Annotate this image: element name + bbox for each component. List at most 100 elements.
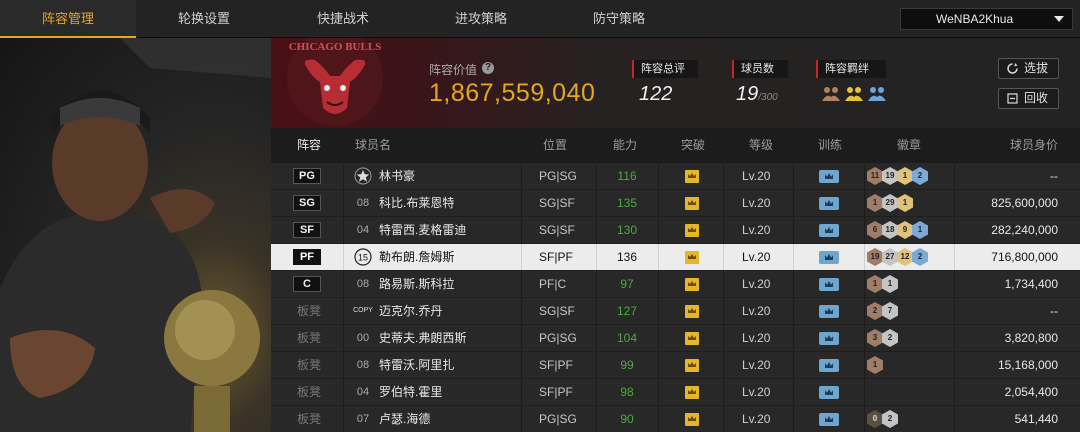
- badge-silver-icon: 2: [882, 410, 898, 428]
- breakthrough-crown-icon[interactable]: [685, 332, 699, 345]
- column-divider: [864, 325, 865, 351]
- tab-offense-strategy[interactable]: 进攻策略: [414, 0, 548, 38]
- table-row[interactable]: 板凳 07 卢瑟.海德 PG|SG 90 Lv.20 0 2 541,440: [271, 406, 1080, 432]
- bond-icon-blue[interactable]: [868, 85, 886, 101]
- tab-lineup-management[interactable]: 阵容管理: [0, 0, 136, 38]
- training-crown-icon[interactable]: [819, 332, 839, 345]
- breakthrough-crown-icon[interactable]: [685, 197, 699, 210]
- player-name[interactable]: 路易斯.斯科拉: [379, 271, 454, 297]
- column-header-training[interactable]: 训练: [818, 128, 842, 163]
- column-divider: [521, 298, 522, 324]
- column-header-badges[interactable]: 徽章: [897, 128, 921, 163]
- column-divider: [723, 352, 724, 378]
- tab-rotation-settings[interactable]: 轮换设置: [136, 0, 272, 38]
- column-header-name[interactable]: 球员名: [355, 128, 391, 163]
- training-crown-icon[interactable]: [819, 224, 839, 237]
- player-name[interactable]: 林书豪: [379, 163, 415, 189]
- bond-icon-bronze[interactable]: [822, 85, 840, 101]
- breakthrough-crown-icon[interactable]: [685, 170, 699, 183]
- breakthrough-crown-icon[interactable]: [685, 251, 699, 264]
- column-divider: [658, 271, 659, 297]
- column-divider: [723, 163, 724, 189]
- player-value: 716,800,000: [991, 250, 1058, 264]
- column-divider: [793, 406, 794, 432]
- jersey-number: 08: [356, 197, 370, 209]
- tab-defense-strategy[interactable]: 防守策略: [548, 0, 690, 38]
- training-crown-icon[interactable]: [819, 413, 839, 426]
- column-divider: [864, 352, 865, 378]
- column-divider: [343, 298, 344, 324]
- player-value: 282,240,000: [991, 223, 1058, 237]
- player-ability: 130: [616, 223, 638, 237]
- breakthrough-crown-icon[interactable]: [685, 305, 699, 318]
- badge-gold-icon: 12: [897, 248, 913, 266]
- table-row[interactable]: 板凳 04 罗伯特.霍里 SF|PF 98 Lv.20 2,054,400: [271, 379, 1080, 406]
- player-name[interactable]: 特雷西.麦格雷迪: [379, 217, 466, 243]
- player-level: Lv.20: [742, 385, 771, 399]
- column-divider: [864, 163, 865, 189]
- select-button[interactable]: 选拔: [998, 58, 1059, 79]
- table-row[interactable]: SF 04 特雷西.麦格雷迪 SG|SF 130 Lv.20 6 18 9 1 282,240,00…: [271, 217, 1080, 244]
- player-position: SF|PF: [539, 250, 573, 264]
- player-level: Lv.20: [742, 223, 771, 237]
- player-name[interactable]: 卢瑟.海德: [379, 406, 430, 432]
- column-divider: [723, 325, 724, 351]
- column-divider: [864, 190, 865, 216]
- slot-badge: SF: [293, 222, 321, 238]
- player-level: Lv.20: [742, 331, 771, 345]
- column-divider: [864, 271, 865, 297]
- training-crown-icon[interactable]: [819, 197, 839, 210]
- table-row[interactable]: 板凳 08 特雷沃.阿里扎 SF|PF 99 Lv.20 1 15,168,000: [271, 352, 1080, 379]
- help-icon[interactable]: ?: [482, 62, 494, 74]
- player-value: --: [1050, 304, 1058, 318]
- account-dropdown[interactable]: WeNBA2Khua: [900, 8, 1073, 30]
- table-row[interactable]: PG 林书豪 PG|SG 116 Lv.20 11 19 1 2 --: [271, 163, 1080, 190]
- column-header-value[interactable]: 球员身价: [1010, 128, 1058, 163]
- table-row[interactable]: C 08 路易斯.斯科拉 PF|C 97 Lv.20 1 1 1,734,400: [271, 271, 1080, 298]
- recycle-button-label: 回收: [1024, 91, 1049, 105]
- column-header-ability[interactable]: 能力: [613, 128, 637, 163]
- player-position: SG|SF: [539, 196, 575, 210]
- training-crown-icon[interactable]: [819, 170, 839, 183]
- player-name[interactable]: 科比.布莱恩特: [379, 190, 454, 216]
- breakthrough-crown-icon[interactable]: [685, 413, 699, 426]
- training-crown-icon[interactable]: [819, 278, 839, 291]
- player-name[interactable]: 迈克尔.乔丹: [379, 298, 442, 324]
- breakthrough-crown-icon[interactable]: [685, 278, 699, 291]
- badge-blue-icon: 2: [912, 167, 928, 185]
- training-crown-icon[interactable]: [819, 251, 839, 264]
- breakthrough-crown-icon[interactable]: [685, 359, 699, 372]
- table-row[interactable]: 板凳 COPY 迈克尔.乔丹 SG|SF 127 Lv.20 2 7 --: [271, 298, 1080, 325]
- column-divider: [658, 163, 659, 189]
- featured-player-photo: [0, 38, 271, 432]
- breakthrough-crown-icon[interactable]: [685, 386, 699, 399]
- column-divider: [596, 352, 597, 378]
- table-row[interactable]: SG 08 科比.布莱恩特 SG|SF 135 Lv.20 1 29 1 825,600,000: [271, 190, 1080, 217]
- player-name[interactable]: 特雷沃.阿里扎: [379, 352, 454, 378]
- column-divider: [596, 325, 597, 351]
- training-crown-icon[interactable]: [819, 386, 839, 399]
- column-header-breakthrough[interactable]: 突破: [681, 128, 705, 163]
- column-header-level[interactable]: 等级: [749, 128, 773, 163]
- column-divider: [723, 271, 724, 297]
- column-header-position[interactable]: 位置: [543, 128, 567, 163]
- badge-silver-icon: 29: [882, 194, 898, 212]
- training-crown-icon[interactable]: [819, 305, 839, 318]
- badge-blue-icon: 1: [912, 221, 928, 239]
- table-row[interactable]: 板凳 00 史蒂夫.弗朗西斯 PG|SG 104 Lv.20 3 2 3,820,800: [271, 325, 1080, 352]
- column-divider: [343, 163, 344, 189]
- player-name[interactable]: 勒布朗.詹姆斯: [379, 244, 454, 270]
- player-name[interactable]: 罗伯特.霍里: [379, 379, 442, 405]
- bond-icon-gold[interactable]: [845, 85, 863, 101]
- jersey-number-badge: 15: [354, 248, 372, 266]
- breakthrough-crown-icon[interactable]: [685, 224, 699, 237]
- training-crown-icon[interactable]: [819, 359, 839, 372]
- player-position: SG|SF: [539, 304, 575, 318]
- table-row[interactable]: PF 15 勒布朗.詹姆斯 SF|PF 136 Lv.20 19 27 12 2 716,800,0…: [271, 244, 1080, 271]
- tab-quick-tactics[interactable]: 快捷战术: [272, 0, 414, 38]
- player-ability: 116: [617, 169, 637, 183]
- player-name[interactable]: 史蒂夫.弗朗西斯: [379, 325, 466, 351]
- column-header-lineup[interactable]: 阵容: [297, 128, 321, 163]
- recycle-button[interactable]: 回收: [998, 88, 1059, 109]
- column-divider: [793, 271, 794, 297]
